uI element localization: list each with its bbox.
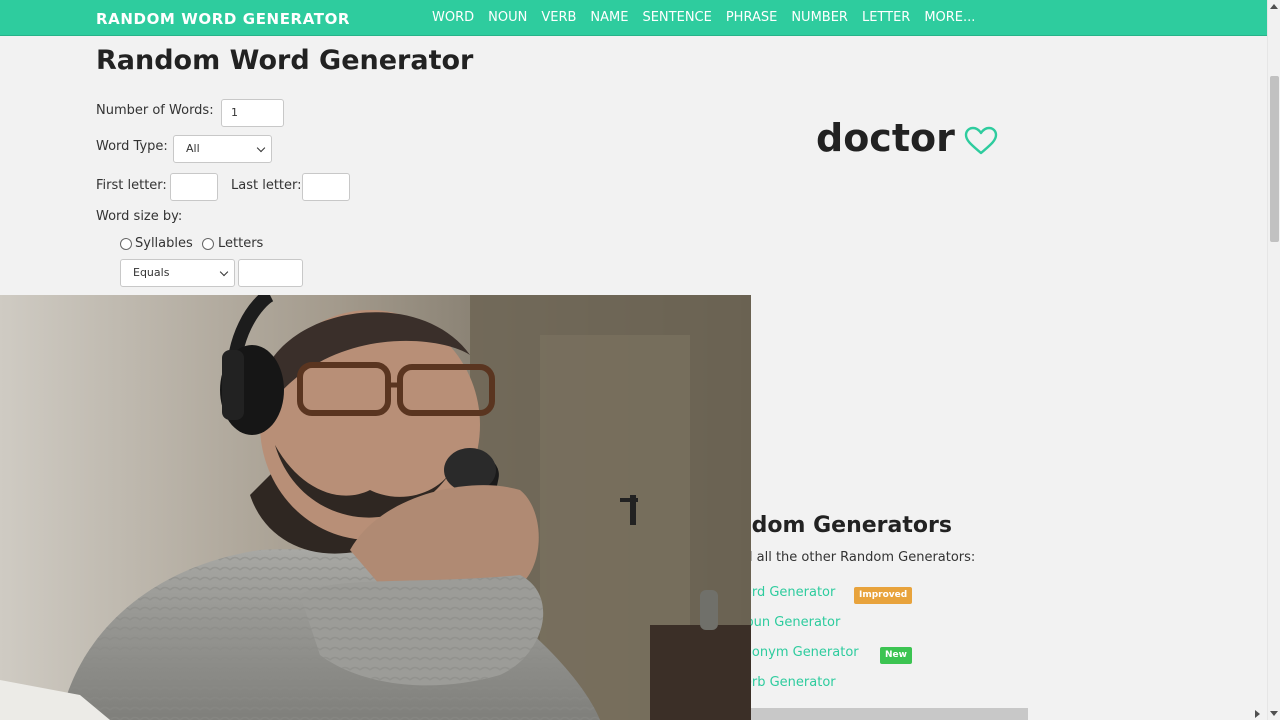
word-type-label: Word Type:: [96, 139, 168, 154]
top-navbar: RANDOM WORD GENERATOR WORD NOUN VERB NAM…: [0, 0, 1267, 36]
badge-improved: Improved: [854, 587, 913, 604]
nav-item-phrase[interactable]: PHRASE: [726, 10, 777, 25]
word-size-label: Word size by:: [96, 209, 183, 224]
word-type-select[interactable]: All: [173, 135, 272, 163]
webcam-video-frame: [0, 295, 751, 720]
size-value-input[interactable]: [238, 259, 303, 287]
number-of-words-input[interactable]: 1: [221, 99, 284, 127]
syllables-label: Syllables: [135, 236, 193, 251]
letters-radio[interactable]: [202, 238, 214, 250]
random-generators-description: nd all the other Random Generators:: [736, 550, 976, 565]
scroll-up-arrow-icon[interactable]: [1270, 4, 1278, 9]
site-brand[interactable]: RANDOM WORD GENERATOR: [96, 10, 350, 28]
nav-menu: WORD NOUN VERB NAME SENTENCE PHRASE NUMB…: [432, 10, 975, 25]
scroll-right-arrow-icon[interactable]: [1255, 710, 1260, 718]
last-letter-label: Last letter:: [231, 178, 302, 193]
nav-item-letter[interactable]: LETTER: [862, 10, 910, 25]
heart-outline-icon[interactable]: [964, 126, 998, 156]
vertical-scrollbar[interactable]: [1267, 0, 1280, 720]
nav-item-number[interactable]: NUMBER: [791, 10, 848, 25]
last-letter-input[interactable]: [302, 173, 350, 201]
chevron-down-icon: [219, 267, 229, 277]
size-compare-select[interactable]: Equals: [120, 259, 235, 287]
nav-item-noun[interactable]: NOUN: [488, 10, 527, 25]
chevron-down-icon: [256, 143, 266, 153]
webcam-overlay: [0, 295, 751, 720]
syllables-radio[interactable]: [120, 238, 132, 250]
first-letter-input[interactable]: [170, 173, 218, 201]
horizontal-scrollbar-thumb[interactable]: [751, 708, 1028, 720]
link-synonym-generator[interactable]: ynonym Generator: [736, 645, 859, 660]
random-generators-heading: ndom Generators: [736, 513, 952, 538]
page-title: Random Word Generator: [96, 45, 474, 76]
scrollbar-thumb[interactable]: [1270, 76, 1279, 242]
scroll-down-arrow-icon[interactable]: [1270, 711, 1278, 716]
first-letter-label: First letter:: [96, 178, 167, 193]
nav-item-name[interactable]: NAME: [590, 10, 628, 25]
link-noun-generator[interactable]: Noun Generator: [736, 615, 840, 630]
badge-new: New: [880, 647, 912, 664]
word-type-selected-value: All: [186, 142, 200, 155]
nav-item-verb[interactable]: VERB: [541, 10, 576, 25]
size-compare-selected-value: Equals: [133, 266, 170, 279]
nav-item-more[interactable]: MORE...: [924, 10, 975, 25]
letters-label: Letters: [218, 236, 264, 251]
nav-item-sentence[interactable]: SENTENCE: [642, 10, 711, 25]
generated-word: doctor: [816, 116, 955, 160]
nav-item-word[interactable]: WORD: [432, 10, 474, 25]
number-of-words-label: Number of Words:: [96, 103, 214, 118]
